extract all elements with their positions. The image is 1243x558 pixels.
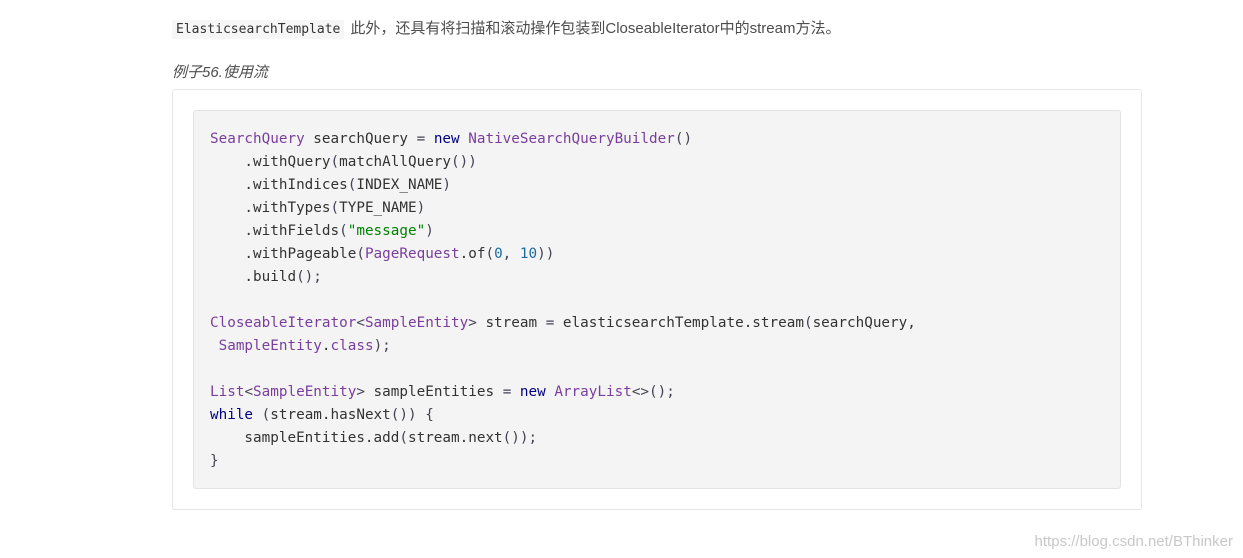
code-token: ()) { <box>390 407 434 423</box>
code-token: ( <box>803 315 813 331</box>
code-token: ArrayList <box>554 384 632 400</box>
code-token: . <box>321 338 331 354</box>
code-token: < <box>244 384 254 400</box>
code-token: )) <box>537 246 555 262</box>
code-token: elasticsearchTemplate.stream <box>554 315 804 331</box>
code-token: sampleEntities.add <box>210 430 400 446</box>
code-token: = <box>502 384 512 400</box>
code-token: ( <box>356 246 365 262</box>
code-token: .withQuery <box>210 154 331 170</box>
code-token: 10 <box>519 246 538 262</box>
code-token: .withFields <box>210 223 340 239</box>
code-token: INDEX_NAME <box>356 177 443 193</box>
code-token: ( <box>330 200 340 216</box>
code-token: ()); <box>502 430 538 446</box>
code-token: .withTypes <box>210 200 331 216</box>
code-line: while (stream.hasNext()) { <box>210 407 434 423</box>
code-token: } <box>210 453 219 469</box>
code-token: sampleEntities <box>364 384 503 400</box>
code-token: .build <box>210 269 297 285</box>
code-line: .withQuery(matchAllQuery()) <box>210 154 477 170</box>
code-line: } <box>210 453 219 469</box>
code-token: matchAllQuery <box>339 154 452 170</box>
code-token: new <box>519 384 546 400</box>
code-token: class <box>330 338 374 354</box>
code-token: < <box>356 315 365 331</box>
code-token: ( <box>330 154 340 170</box>
code-token: NativeSearchQueryBuilder <box>468 131 675 147</box>
code-line: .withTypes(TYPE_NAME) <box>210 200 425 216</box>
example-title: 例子56.使用流 <box>172 64 268 81</box>
code-token: .of <box>459 246 486 262</box>
code-token: .withPageable <box>210 246 357 262</box>
code-token: (); <box>296 269 322 285</box>
inline-code-elasticsearch-template: ElasticsearchTemplate <box>172 20 345 39</box>
code-line: List<SampleEntity> sampleEntities = new … <box>210 384 675 400</box>
code-line: .withPageable(PageRequest.of(0, 10)) <box>210 246 554 262</box>
code-token: SampleEntity <box>218 338 322 354</box>
code-token: List <box>210 384 245 400</box>
code-line: sampleEntities.add(stream.next()); <box>210 430 537 446</box>
code-token: ( <box>399 430 408 446</box>
code-token: > <box>356 384 365 400</box>
code-token: , <box>502 246 520 262</box>
intro-text: 此外，还具有将扫描和滚动操作包装到CloseableIterator中的stre… <box>350 20 841 37</box>
code-token: new <box>433 131 460 147</box>
code-token: ) <box>425 223 434 239</box>
code-token: .withIndices <box>210 177 348 193</box>
code-token: ); <box>373 338 391 354</box>
code-listing: SearchQuery searchQuery = new NativeSear… <box>210 128 916 473</box>
code-token: stream.hasNext <box>270 407 391 423</box>
intro-paragraph: ElasticsearchTemplate 此外，还具有将扫描和滚动操作包装到Cl… <box>172 16 840 43</box>
code-token: stream <box>476 315 546 331</box>
code-token: SampleEntity <box>253 384 357 400</box>
code-token: TYPE_NAME <box>339 200 417 216</box>
code-token: while <box>210 407 254 423</box>
code-token: > <box>468 315 477 331</box>
code-line: SampleEntity.class); <box>210 338 391 354</box>
code-token: ( <box>339 223 348 239</box>
code-token: searchQuery <box>304 131 417 147</box>
example-container: SearchQuery searchQuery = new NativeSear… <box>172 89 1142 510</box>
code-token: CloseableIterator <box>210 315 357 331</box>
code-token: = <box>416 131 426 147</box>
code-token: SearchQuery <box>210 131 305 147</box>
code-block[interactable]: SearchQuery searchQuery = new NativeSear… <box>193 110 1121 489</box>
code-line: SearchQuery searchQuery = new NativeSear… <box>210 131 692 147</box>
code-token: ()) <box>451 154 477 170</box>
code-token: ) <box>442 177 452 193</box>
code-token: SampleEntity <box>364 315 469 331</box>
watermark: https://blog.csdn.net/BThinker <box>1034 533 1233 550</box>
code-token: <>(); <box>631 384 675 400</box>
code-token: () <box>674 131 693 147</box>
code-token: searchQuery, <box>812 315 916 331</box>
code-token: 0 <box>494 246 503 262</box>
code-token: "message" <box>347 223 426 239</box>
code-token: ) <box>416 200 426 216</box>
code-token: ( <box>261 407 271 423</box>
code-line: .withIndices(INDEX_NAME) <box>210 177 451 193</box>
code-token: stream.next <box>407 430 503 446</box>
code-line: .withFields("message") <box>210 223 434 239</box>
code-token: ( <box>485 246 495 262</box>
code-line: CloseableIterator<SampleEntity> stream =… <box>210 315 916 331</box>
code-line: .build(); <box>210 269 322 285</box>
code-token: PageRequest <box>364 246 460 262</box>
